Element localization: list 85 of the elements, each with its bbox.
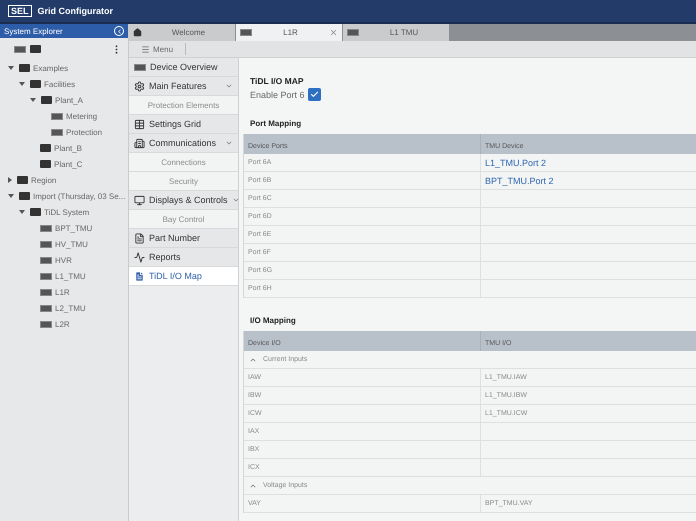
expanded-arrow-icon[interactable] (19, 210, 25, 214)
tab[interactable]: L1 TMU (343, 24, 449, 41)
nav-item[interactable]: Security (129, 172, 238, 191)
tree-item[interactable]: Metering (66, 112, 98, 120)
home-icon (133, 28, 142, 37)
page-title: TiDL I/O MAP (249, 76, 305, 86)
nav-item[interactable]: Settings Grid (129, 115, 238, 134)
tree-item[interactable]: Plant_C (54, 160, 82, 168)
menu-button[interactable]: Menu (137, 43, 186, 55)
tree-item[interactable]: L1R (55, 288, 70, 296)
tree-item[interactable]: BPT_TMU (55, 224, 92, 232)
tree-item[interactable]: Plant_B (54, 144, 82, 152)
nav-item[interactable]: Main Features (129, 77, 238, 96)
check-icon (310, 90, 319, 99)
tree-item[interactable]: Plant_A (55, 96, 84, 104)
device-icon (347, 29, 359, 36)
folder-icon (40, 160, 51, 168)
device-icon (40, 224, 52, 232)
tab[interactable]: L1R (236, 24, 342, 41)
folder-icon (30, 80, 41, 88)
tree-item[interactable]: Import (Thursday, 03 Se... (33, 192, 126, 200)
close-icon[interactable] (329, 28, 338, 37)
tree-item[interactable]: L1_TMU (55, 272, 86, 280)
expanded-arrow-icon[interactable] (8, 194, 14, 198)
folder-icon (30, 208, 41, 216)
app-title: Grid Configurator (38, 6, 114, 16)
device-link[interactable]: BPT_TMU.Port 2 (485, 176, 554, 186)
nav-item[interactable]: Displays & Controls (129, 191, 238, 210)
nav-item[interactable]: Communications (129, 134, 238, 153)
tree-item[interactable]: Facilities (44, 80, 76, 88)
folder-icon (40, 144, 51, 152)
nav-item[interactable]: TiDL I/O Map (129, 267, 238, 286)
panel-title: System Explorer (4, 26, 63, 36)
folder-icon (17, 176, 28, 184)
tree-item[interactable]: Region (31, 176, 56, 184)
checkbox-label: Enable Port 6 (250, 90, 305, 100)
chevron-left-icon (116, 28, 122, 34)
folder-icon (30, 45, 41, 53)
settings-icon (134, 80, 145, 92)
tree-item[interactable]: L2R (55, 320, 70, 328)
tree-item[interactable]: TiDL System (44, 208, 90, 216)
add-device-button[interactable] (14, 46, 26, 52)
tree-item[interactable]: HVR (55, 256, 72, 264)
tab[interactable]: Welcome (129, 24, 235, 41)
folder-icon (41, 96, 52, 104)
device-icon (51, 112, 63, 120)
device-icon (40, 304, 52, 312)
device-icon (40, 288, 52, 296)
tree-item[interactable]: L2_TMU (55, 304, 86, 312)
nav-item[interactable]: Bay Control (129, 210, 238, 229)
app-logo: SEL (8, 5, 32, 17)
nav-item[interactable]: Part Number (129, 229, 238, 248)
tree-item[interactable]: Examples (33, 64, 68, 72)
collapsed-arrow-icon[interactable] (8, 177, 12, 183)
section-title: I/O Mapping (249, 316, 297, 327)
nav-item[interactable]: Connections (129, 153, 238, 172)
grid-icon (134, 118, 145, 130)
collapse-button[interactable] (114, 26, 124, 36)
chart-icon (134, 252, 145, 262)
device-icon (240, 29, 252, 36)
device-icon (40, 256, 52, 264)
menu-icon (141, 44, 150, 54)
section-title: Port Mapping (249, 119, 302, 130)
tree-item[interactable]: HV_TMU (55, 240, 88, 248)
device-icon (134, 64, 146, 70)
expanded-arrow-icon[interactable] (30, 98, 36, 102)
folder-icon (19, 192, 30, 200)
device-icon (14, 46, 26, 52)
expanded-arrow-icon[interactable] (19, 82, 25, 86)
device-icon (51, 128, 63, 136)
device-link[interactable]: L1_TMU.Port 2 (485, 158, 546, 168)
monitor-icon (134, 194, 145, 206)
nav-item[interactable]: Reports (129, 248, 238, 267)
document-icon (134, 270, 145, 282)
device-icon (40, 240, 52, 248)
device-icon (40, 320, 52, 328)
nav-item[interactable]: Protection Elements (129, 96, 238, 115)
tree-item[interactable]: Protection (66, 128, 102, 136)
building-icon (134, 138, 145, 148)
document-icon (134, 232, 145, 244)
nav-item[interactable]: Device Overview (129, 58, 238, 77)
folder-icon (19, 64, 30, 72)
device-icon (40, 272, 52, 280)
expanded-arrow-icon[interactable] (8, 66, 14, 70)
checkbox[interactable] (308, 88, 321, 101)
